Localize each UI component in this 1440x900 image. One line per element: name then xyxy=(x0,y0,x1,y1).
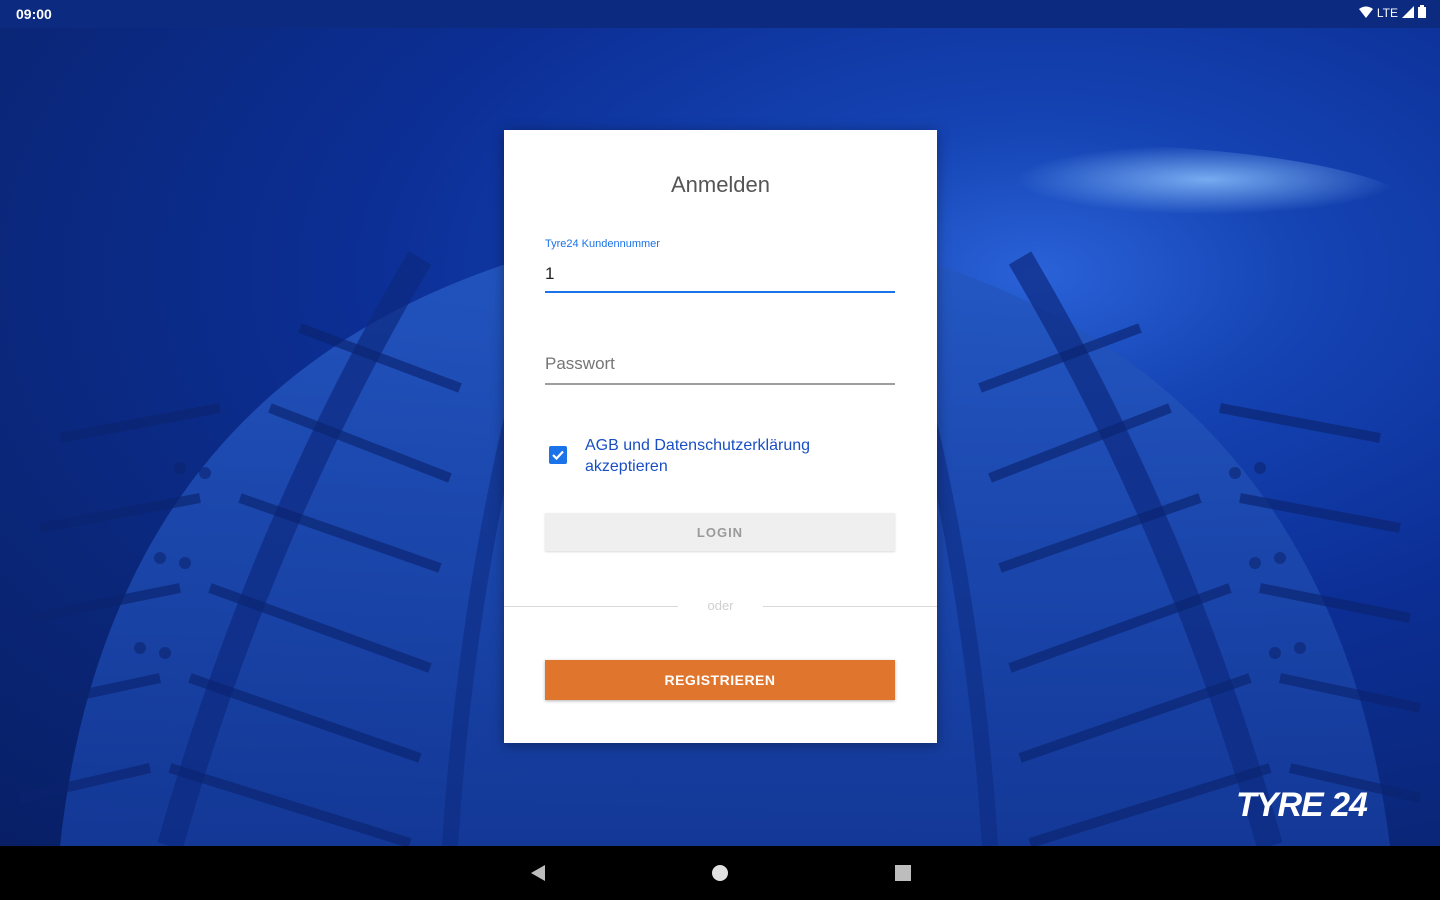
customer-number-label: Tyre24 Kundennummer xyxy=(545,238,660,250)
terms-checkbox-label[interactable]: AGB und Datenschutzerklärung akzeptieren xyxy=(585,435,865,477)
checkmark-icon xyxy=(552,450,564,461)
battery-icon xyxy=(1418,5,1426,21)
home-icon[interactable] xyxy=(710,863,730,888)
back-icon[interactable] xyxy=(529,863,547,888)
navigation-bar xyxy=(0,846,1440,900)
terms-checkbox[interactable] xyxy=(549,446,567,464)
password-underline xyxy=(545,383,895,385)
divider-or-text: oder xyxy=(707,598,734,613)
password-field[interactable] xyxy=(545,352,895,386)
signal-icon xyxy=(1402,5,1414,21)
password-input[interactable] xyxy=(545,354,895,374)
status-time: 09:00 xyxy=(16,6,52,22)
register-button[interactable]: REGISTRIEREN xyxy=(545,660,895,700)
network-type: LTE xyxy=(1376,6,1398,20)
recents-icon[interactable] xyxy=(894,863,912,888)
customer-number-field[interactable]: Tyre24 Kundennummer xyxy=(545,238,895,294)
wifi-icon xyxy=(1358,6,1373,21)
customer-number-input[interactable] xyxy=(545,264,895,284)
login-title: Anmelden xyxy=(670,172,771,197)
customer-number-underline xyxy=(545,291,895,293)
tyre24-logo: TYRE 24 xyxy=(1236,786,1368,824)
login-button[interactable]: LOGIN xyxy=(545,513,895,551)
login-card: Anmelden Tyre24 Kundennummer AGB und Dat… xyxy=(504,130,937,743)
status-bar: 09:00 LTE xyxy=(0,0,1440,28)
status-icons: LTE xyxy=(1358,5,1426,21)
